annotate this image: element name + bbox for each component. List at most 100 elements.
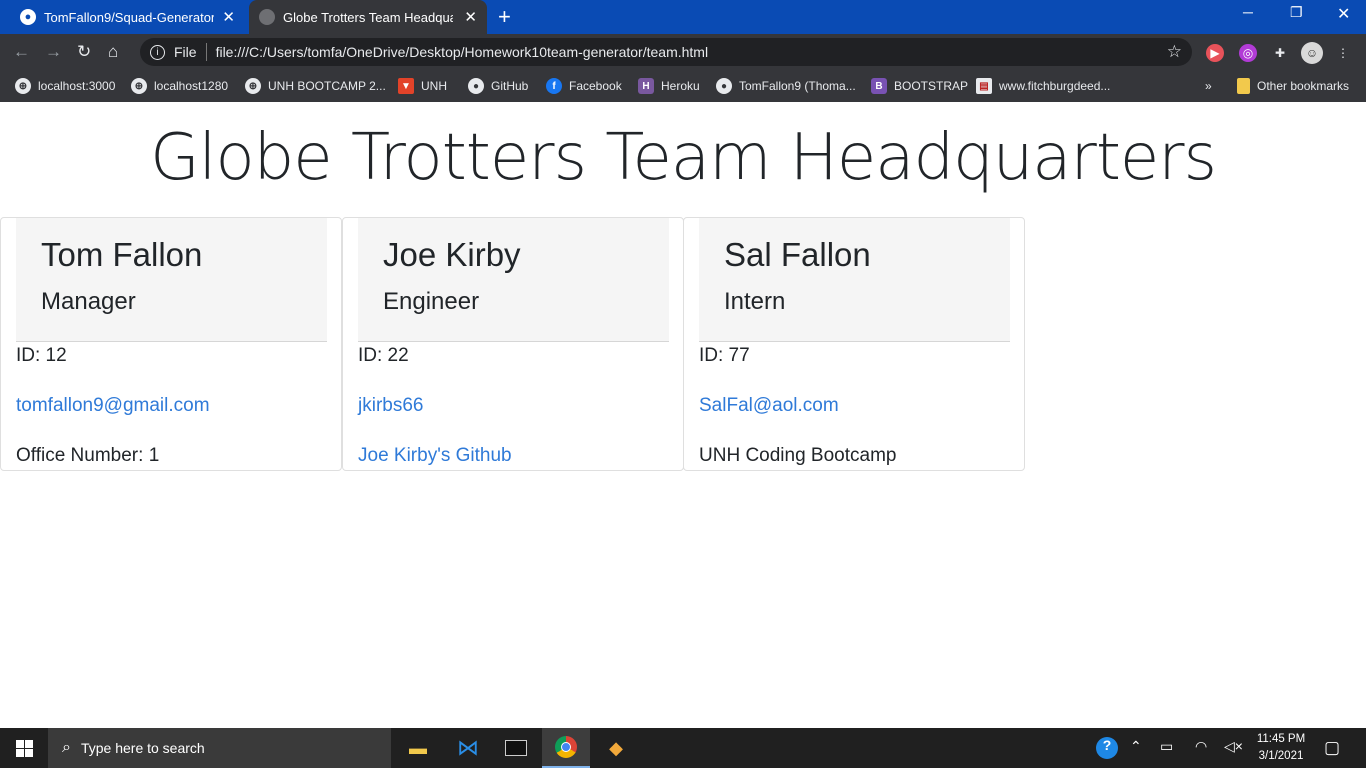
windows-start-icon[interactable] — [0, 728, 48, 768]
github-icon: ● — [20, 9, 36, 25]
help-icon[interactable]: ? — [1096, 737, 1118, 759]
bookmark-unh-bootcamp[interactable]: ⊕ UNH BOOTCAMP 2... — [245, 76, 386, 96]
bookmark-label: Other bookmarks — [1257, 79, 1350, 93]
bookmarks-overflow[interactable]: » — [1205, 76, 1212, 96]
search-icon: ⌕ — [62, 739, 71, 756]
bookmarks-bar: ⊕ localhost:3000 ⊕ localhost1280 ⊕ UNH BOOT… — [0, 70, 1366, 102]
chevron-up-icon[interactable]: ⌃ — [1130, 738, 1142, 755]
bookmark-label: UNH BOOTCAMP 2... — [268, 79, 386, 93]
employee-role: Intern — [724, 288, 786, 315]
gitlab-icon: ▼ — [398, 78, 414, 94]
chevron-right-icon: » — [1205, 79, 1212, 93]
battery-icon[interactable]: ▭ — [1160, 738, 1173, 755]
scheme-label: File — [174, 44, 197, 60]
avatar[interactable]: ☺ — [1301, 42, 1323, 64]
bookmark-fitchburgdeeds[interactable]: ▤ www.fitchburgdeed... — [976, 76, 1110, 96]
vscode-icon[interactable]: ⋈ — [444, 728, 492, 768]
globe-icon: ⊕ — [131, 78, 147, 94]
bootstrap-icon: B — [871, 78, 887, 94]
page-content: Globe Trotters Team Headquarters Tom Fal… — [0, 103, 1366, 728]
search-placeholder: Type here to search — [80, 740, 205, 756]
puzzle-icon[interactable]: ✚ — [1271, 44, 1289, 62]
bookmark-label: localhost:3000 — [38, 79, 116, 93]
document-icon: ▤ — [976, 78, 992, 94]
tab-team-headquarters[interactable]: Globe Trotters Team Headquarters ✕ — [249, 0, 487, 34]
minimize-icon[interactable]: ─ — [1243, 4, 1253, 20]
bookmark-label: localhost1280 — [154, 79, 229, 93]
reload-icon[interactable]: ↻ — [77, 42, 91, 62]
back-icon[interactable]: ← — [13, 42, 30, 62]
bookmark-tomfallon9[interactable]: ● TomFallon9 (Thoma... — [716, 76, 856, 96]
bookmark-label: GitHub — [491, 79, 529, 93]
chrome-icon[interactable] — [542, 728, 590, 768]
browser-toolbar: ← → ↻ ⌂ i File file:///C:/Users/tomfa/On… — [0, 34, 1366, 70]
employee-id: ID: 77 — [699, 345, 750, 366]
github-icon: ● — [468, 78, 484, 94]
employee-email-link[interactable]: jkirbs66 — [358, 395, 423, 417]
bookmark-heroku[interactable]: H Heroku — [638, 76, 700, 96]
employee-role: Manager — [41, 288, 136, 315]
new-tab-icon[interactable]: + — [498, 4, 511, 30]
bookmark-label: www.fitchburgdeed... — [999, 79, 1111, 93]
file-explorer-icon[interactable]: ▬ — [394, 728, 442, 768]
globe-icon: ⊕ — [245, 78, 261, 94]
address-bar[interactable]: i File file:///C:/Users/tomfa/OneDrive/D… — [140, 38, 1192, 66]
bookmark-localhost3000[interactable]: ⊕ localhost:3000 — [15, 76, 115, 96]
bookmark-localhost1280[interactable]: ⊕ localhost1280 — [131, 76, 228, 96]
tab-squad-generator[interactable]: ● TomFallon9/Squad-Generator: Stu ✕ — [12, 0, 245, 34]
employee-card: Joe Kirby Engineer ID: 22 jkirbs66 Joe K… — [342, 217, 684, 471]
menu-icon[interactable]: ⋮ — [1334, 44, 1352, 62]
bookmark-label: UNH — [421, 79, 447, 93]
bookmark-unh[interactable]: ▼ UNH — [398, 76, 447, 96]
forward-icon[interactable]: → — [45, 42, 62, 62]
bookmark-label: BOOTSTRAP — [894, 79, 969, 93]
url-text[interactable]: file:///C:/Users/tomfa/OneDrive/Desktop/… — [216, 44, 709, 60]
close-tab-icon[interactable]: ✕ — [222, 8, 235, 26]
office-number: Office Number: 1 — [16, 445, 160, 466]
employee-email-link[interactable]: tomfallon9@gmail.com — [16, 395, 210, 417]
github-link[interactable]: Joe Kirby's Github — [358, 445, 512, 467]
extension-icon[interactable]: ▶ — [1206, 44, 1224, 62]
bookmark-label: TomFallon9 (Thoma... — [739, 79, 856, 93]
card-header: Sal Fallon Intern — [699, 218, 1010, 342]
bookmark-star-icon[interactable]: ☆ — [1167, 42, 1182, 62]
close-window-icon[interactable]: ✕ — [1337, 4, 1350, 24]
restore-icon[interactable]: ❐ — [1290, 4, 1303, 21]
close-tab-icon[interactable]: ✕ — [464, 8, 477, 26]
page-title: Globe Trotters Team Headquarters — [150, 121, 1217, 195]
bookmark-label: Facebook — [569, 79, 622, 93]
card-header: Tom Fallon Manager — [16, 218, 327, 342]
clock-time: 11:45 PM — [1256, 733, 1306, 745]
notifications-icon[interactable]: ▢ — [1324, 738, 1340, 758]
employee-name: Tom Fallon — [41, 236, 203, 273]
tab-title: TomFallon9/Squad-Generator: Stu — [44, 9, 214, 25]
bookmark-github[interactable]: ● GitHub — [468, 76, 528, 96]
employee-role: Engineer — [383, 288, 480, 315]
heroku-icon: H — [638, 78, 654, 94]
extension-icon[interactable]: ◎ — [1239, 44, 1257, 62]
wifi-icon[interactable]: ◠ — [1195, 738, 1207, 755]
facebook-icon: f — [546, 78, 562, 94]
folder-icon — [1237, 78, 1250, 94]
bookmark-facebook[interactable]: f Facebook — [546, 76, 622, 96]
taskbar: ⌕ Type here to search ▬ ⋈ ◆ ? ⌃ ▭ ◠ ◁× 1… — [0, 728, 1366, 768]
bookmark-bootstrap[interactable]: B BOOTSTRAP — [871, 76, 968, 96]
employee-name: Joe Kirby — [383, 236, 521, 273]
employee-card: Sal Fallon Intern ID: 77 SalFal@aol.com … — [683, 217, 1025, 471]
school-name: UNH Coding Bootcamp — [699, 445, 897, 466]
home-icon[interactable]: ⌂ — [108, 42, 118, 62]
app-icon[interactable]: ◆ — [592, 728, 640, 768]
terminal-icon[interactable] — [492, 728, 540, 768]
info-icon[interactable]: i — [150, 44, 165, 60]
other-bookmarks[interactable]: Other bookmarks — [1237, 76, 1349, 96]
volume-muted-icon[interactable]: ◁× — [1224, 738, 1243, 755]
divider — [205, 43, 207, 61]
employee-email-link[interactable]: SalFal@aol.com — [699, 395, 839, 417]
clock[interactable]: 11:45 PM 3/1/2021 — [1254, 731, 1308, 765]
tab-title: Globe Trotters Team Headquarters — [283, 9, 453, 25]
clock-date: 3/1/2021 — [1258, 750, 1304, 762]
taskbar-search[interactable]: ⌕ Type here to search — [48, 728, 391, 768]
card-header: Joe Kirby Engineer — [358, 218, 669, 342]
employee-name: Sal Fallon — [724, 236, 871, 273]
globe-icon — [259, 9, 275, 25]
